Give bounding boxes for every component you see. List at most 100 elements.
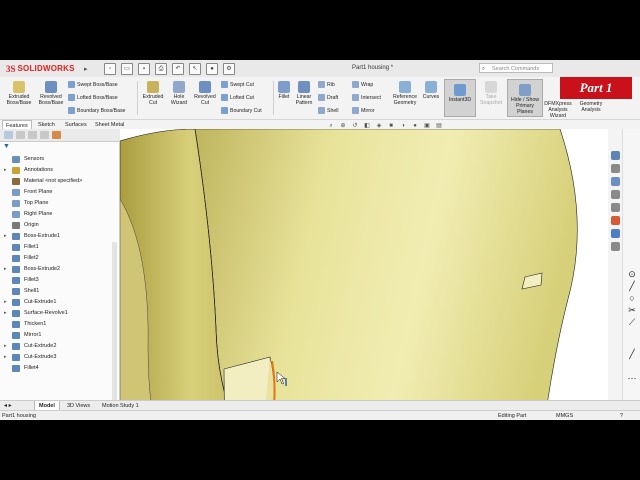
wrap-button[interactable]: Wrap (352, 81, 373, 88)
help-icon[interactable]: ? (620, 411, 623, 420)
section-view-icon[interactable]: ◧ (363, 122, 371, 130)
print-icon[interactable]: ⎙ (155, 63, 167, 75)
zoom-area-icon[interactable]: ⊕ (339, 122, 347, 130)
expand-arrow-icon[interactable]: ▸ (4, 341, 7, 352)
rebuild-icon[interactable]: ● (206, 63, 218, 75)
tree-item[interactable]: Shell1 (0, 286, 119, 297)
tree-item[interactable]: Front Plane (0, 187, 119, 198)
previous-view-icon[interactable]: ↺ (351, 122, 359, 130)
linear-pattern-button[interactable]: Linear Pattern (293, 81, 315, 106)
expand-arrow-icon[interactable]: ▸ (4, 165, 7, 176)
app-logo[interactable]: 3S SOLIDWORKS (6, 63, 75, 74)
boundary-boss-button[interactable]: Boundary Boss/Base (68, 107, 125, 114)
intersect-button[interactable]: Intersect (352, 94, 381, 101)
lofted-cut-button[interactable]: Lofted Cut (221, 94, 254, 101)
display-style-icon[interactable]: ■ (387, 122, 395, 130)
tree-item[interactable]: ▸ Cut-Extrude1 (0, 297, 119, 308)
tree-item[interactable]: ▸ Surface-Revolve1 (0, 308, 119, 319)
tree-item[interactable]: Fillet4 (0, 363, 119, 374)
feature-tree-tab-icon[interactable] (4, 131, 13, 139)
rib-button[interactable]: Rib (318, 81, 335, 88)
forum-icon[interactable] (611, 242, 620, 251)
open-icon[interactable]: ▭ (121, 63, 133, 75)
fillet-button[interactable]: Fillet (275, 81, 293, 100)
more-tools-icon[interactable]: ⋯ (627, 373, 637, 383)
tree-item[interactable]: Mirror1 (0, 330, 119, 341)
expand-arrow-icon[interactable]: ▸ (4, 231, 7, 242)
tree-item[interactable]: ▸ Boss-Extrude2 (0, 264, 119, 275)
status-units[interactable]: MMGS (556, 411, 573, 420)
reference-geometry-button[interactable]: Reference Geometry (390, 81, 420, 106)
design-library-icon[interactable] (611, 177, 620, 186)
file-explorer-icon[interactable] (611, 190, 620, 199)
lofted-boss-button[interactable]: Lofted Boss/Base (68, 94, 118, 101)
tree-item[interactable]: ▸ Cut-Extrude3 (0, 352, 119, 363)
geometry-analysis-button[interactable]: Geometry Analysis (576, 101, 606, 113)
boundary-cut-button[interactable]: Boundary Cut (221, 107, 262, 114)
hide-show-items-icon[interactable]: ◑ (399, 122, 407, 130)
tree-item[interactable]: ▸ Annotations (0, 165, 119, 176)
shell-button[interactable]: Shell (318, 107, 339, 114)
search-commands-input[interactable]: ⌕ Search Commands (479, 63, 553, 73)
zoom-to-fit-icon[interactable]: ⌕ (327, 122, 335, 130)
tree-item[interactable]: Fillet1 (0, 242, 119, 253)
custom-properties-icon[interactable] (611, 229, 620, 238)
view-palette-icon[interactable] (611, 203, 620, 212)
apply-scene-icon[interactable]: ▣ (423, 122, 431, 130)
new-document-icon[interactable]: ▫ (104, 63, 116, 75)
view-orientation-icon[interactable]: ◈ (375, 122, 383, 130)
tab-scroll-icon[interactable]: ◂ ▸ (4, 402, 12, 409)
tree-item[interactable]: ▸ Boss-Extrude1 (0, 231, 119, 242)
point-icon[interactable]: ⊙ (627, 269, 637, 279)
appearances-icon[interactable] (611, 216, 620, 225)
select-icon[interactable]: ↖ (189, 63, 201, 75)
expand-arrow-icon[interactable]: ▸ (4, 308, 7, 319)
trim-icon[interactable]: ✂ (627, 305, 637, 315)
dimxpert-tab-icon[interactable] (40, 131, 49, 139)
edit-appearance-icon[interactable]: ● (411, 122, 419, 130)
extruded-boss-button[interactable]: Extruded Boss/Base (4, 81, 34, 106)
resources-icon[interactable] (611, 164, 620, 173)
draft-button[interactable]: Draft (318, 94, 338, 101)
swept-cut-button[interactable]: Swept Cut (221, 81, 254, 88)
tree-item[interactable]: Right Plane (0, 209, 119, 220)
spline-icon[interactable]: ╱ (627, 349, 637, 359)
line-icon[interactable]: ╱ (627, 281, 637, 291)
curves-button[interactable]: Curves (421, 81, 441, 100)
expand-arrow-icon[interactable]: ▸ (4, 297, 7, 308)
undo-icon[interactable]: ↶ (172, 63, 184, 75)
smart-dimension-icon[interactable]: ⟋ (627, 317, 637, 327)
display-manager-tab-icon[interactable] (52, 131, 61, 139)
dfmxpress-button[interactable]: DFMXpress Analysis Wizard (543, 101, 573, 119)
expand-arrow-icon[interactable]: ▸ (4, 352, 7, 363)
graphics-viewport[interactable] (120, 129, 608, 420)
mirror-button[interactable]: Mirror (352, 107, 375, 114)
save-icon[interactable]: ▪ (138, 63, 150, 75)
tree-item[interactable]: Top Plane (0, 198, 119, 209)
view-settings-icon[interactable]: ▤ (435, 122, 443, 130)
circle-icon[interactable]: ○ (627, 293, 637, 303)
extruded-cut-button[interactable]: Extruded Cut (140, 81, 166, 106)
expand-arrow-icon[interactable]: ▸ (4, 264, 7, 275)
tree-item[interactable]: Origin (0, 220, 119, 231)
filter-icon[interactable]: ▼ (3, 143, 10, 150)
swept-boss-button[interactable]: Swept Boss/Base (68, 81, 118, 88)
revolved-boss-button[interactable]: Revolved Boss/Base (36, 81, 66, 106)
tree-item[interactable]: Material <not specified> (0, 176, 119, 187)
tree-item[interactable]: Fillet3 (0, 275, 119, 286)
home-icon[interactable] (611, 151, 620, 160)
tree-item[interactable]: Fillet2 (0, 253, 119, 264)
hole-wizard-button[interactable]: Hole Wizard (166, 81, 192, 106)
tree-item[interactable]: Thicken1 (0, 319, 119, 330)
property-manager-tab-icon[interactable] (16, 131, 25, 139)
menu-expand-icon[interactable]: ▸ (84, 65, 88, 73)
options-icon[interactable]: ⚙ (223, 63, 235, 75)
hide-show-planes-button[interactable]: Hide / Show Primary Planes (507, 79, 543, 117)
take-snapshot-button[interactable]: Take Snapshot (477, 81, 505, 106)
instant3d-button[interactable]: Instant3D (444, 79, 476, 117)
configuration-manager-tab-icon[interactable] (28, 131, 37, 139)
feature-tree-scrollbar[interactable] (112, 242, 117, 420)
tree-item[interactable]: Sensors (0, 154, 119, 165)
tree-item[interactable]: ▸ Cut-Extrude2 (0, 341, 119, 352)
revolved-cut-button[interactable]: Revolved Cut (192, 81, 218, 106)
